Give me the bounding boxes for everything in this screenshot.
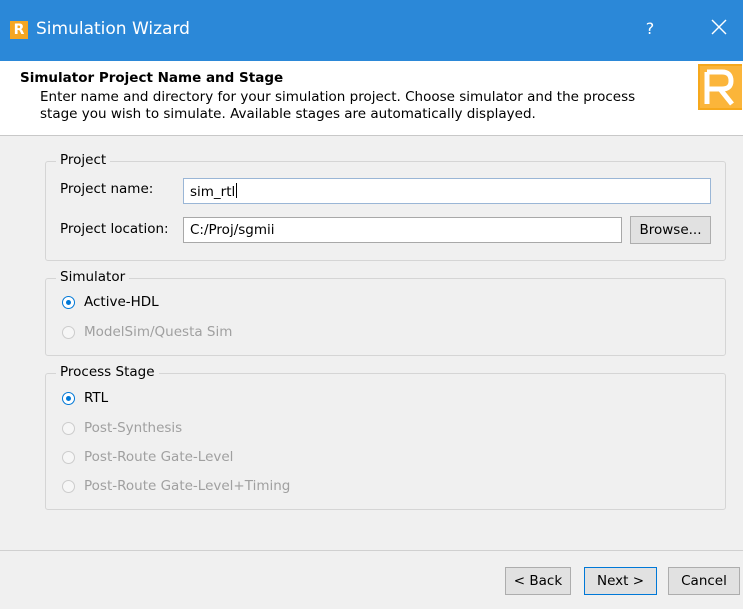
stage-option-label: Post-Route Gate-Level [84, 449, 234, 465]
project-group: Project Project name: sim_rtl Project lo… [45, 152, 726, 261]
simulator-option-label: Active-HDL [84, 294, 159, 310]
project-location-input[interactable]: C:/Proj/sgmii [183, 217, 622, 243]
cancel-button[interactable]: Cancel [668, 567, 740, 595]
help-button[interactable]: ? [640, 19, 660, 38]
project-location-value: C:/Proj/sgmii [190, 222, 275, 238]
back-button[interactable]: < Back [505, 567, 571, 595]
project-name-label: Project name: [60, 181, 154, 197]
project-location-label: Project location: [60, 221, 169, 237]
process-stage-group: Process Stage RTL Post-Synthesis Post-Ro… [45, 364, 726, 510]
stage-option-post-route-gate-level: Post-Route Gate-Level [62, 447, 233, 467]
stage-option-label: RTL [84, 390, 109, 406]
stage-option-label: Post-Synthesis [84, 420, 183, 436]
simulator-group: Simulator Active-HDL ModelSim/Questa Sim [45, 269, 726, 356]
window-title: Simulation Wizard [36, 19, 190, 39]
radio-unchecked-icon [62, 421, 75, 435]
stage-option-rtl[interactable]: RTL [62, 388, 108, 408]
simulator-option-modelsim: ModelSim/Questa Sim [62, 322, 232, 342]
project-group-label: Project [56, 152, 111, 168]
page-description: Enter name and directory for your simula… [40, 89, 636, 122]
close-button[interactable] [707, 15, 731, 39]
close-icon [711, 19, 727, 35]
radio-unchecked-icon [62, 325, 75, 339]
project-name-input[interactable]: sim_rtl [183, 178, 711, 204]
radio-checked-icon[interactable] [62, 391, 75, 405]
simulator-option-active-hdl[interactable]: Active-HDL [62, 292, 159, 312]
wizard-footer: < Back Next > Cancel [0, 550, 743, 609]
text-caret [236, 183, 238, 198]
process-stage-group-label: Process Stage [56, 364, 159, 380]
next-button[interactable]: Next > [584, 567, 657, 595]
simulator-group-label: Simulator [56, 269, 130, 285]
wizard-content: Project Project name: sim_rtl Project lo… [0, 136, 743, 550]
radio-checked-icon[interactable] [62, 295, 75, 309]
wizard-header: Simulator Project Name and Stage Enter n… [0, 61, 743, 136]
stage-option-post-route-timing: Post-Route Gate-Level+Timing [62, 476, 290, 496]
project-name-value: sim_rtl [190, 184, 236, 200]
title-bar: R Simulation Wizard ? [0, 0, 743, 61]
page-title: Simulator Project Name and Stage [20, 70, 284, 86]
browse-button[interactable]: Browse... [630, 216, 711, 244]
stage-option-label: Post-Route Gate-Level+Timing [84, 478, 291, 494]
radio-unchecked-icon [62, 450, 75, 464]
radio-unchecked-icon [62, 479, 75, 493]
stage-option-post-synthesis: Post-Synthesis [62, 418, 182, 438]
simulator-option-label: ModelSim/Questa Sim [84, 324, 233, 340]
app-logo-icon: R [10, 21, 28, 39]
lattice-logo-icon [696, 64, 742, 110]
